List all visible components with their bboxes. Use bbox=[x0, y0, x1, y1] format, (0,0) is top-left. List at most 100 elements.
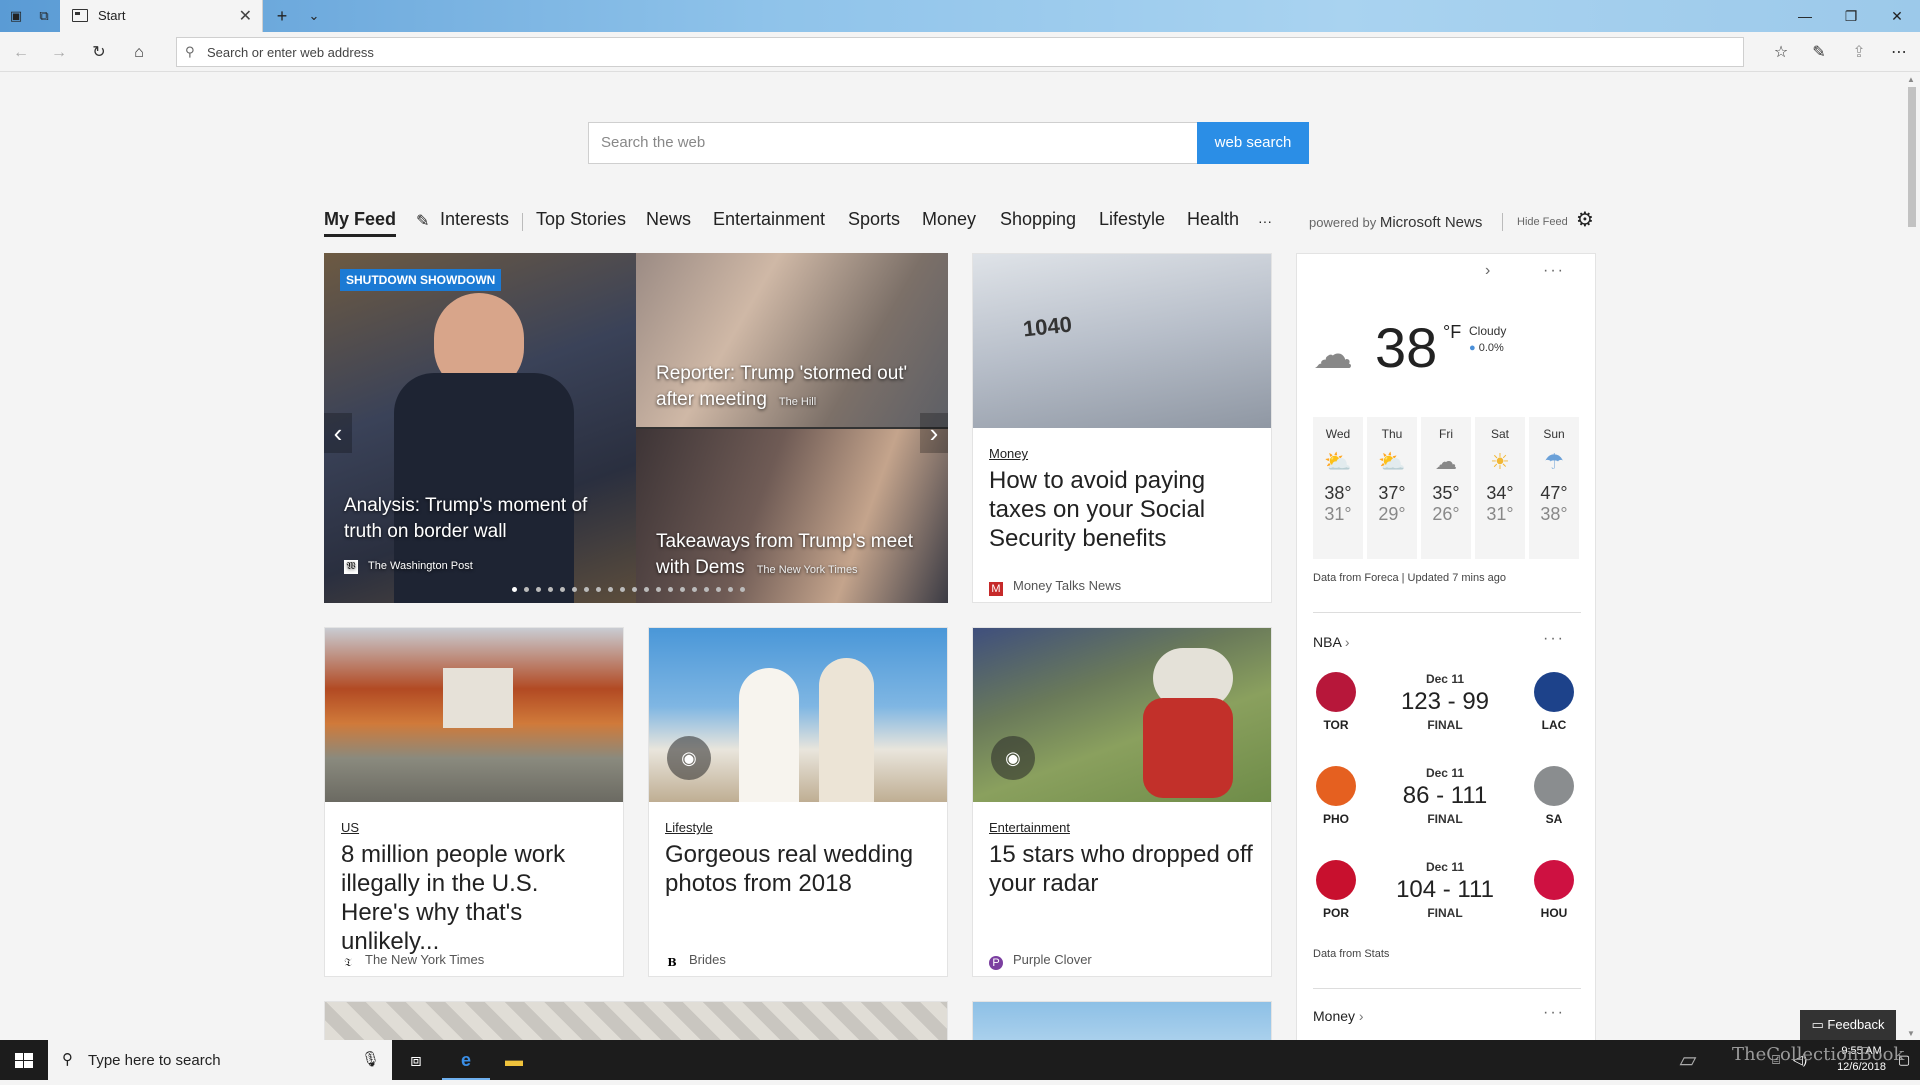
tab-sports[interactable]: Sports bbox=[848, 209, 900, 230]
away-team[interactable]: LAC bbox=[1529, 672, 1579, 732]
tab-my-feed[interactable]: My Feed bbox=[324, 209, 397, 237]
carousel-dot[interactable] bbox=[524, 587, 529, 592]
forecast-day[interactable]: Sun ☂ 47° 38° bbox=[1529, 417, 1579, 559]
article-title[interactable]: 15 stars who dropped off your radar bbox=[989, 840, 1255, 898]
article-title[interactable]: How to avoid paying taxes on your Social… bbox=[989, 466, 1255, 553]
carousel-dot[interactable] bbox=[644, 587, 649, 592]
address-input[interactable]: ⚲ Search or enter web address bbox=[176, 37, 1744, 67]
forecast-day[interactable]: Wed ⛅ 38° 31° bbox=[1313, 417, 1363, 559]
hero-top-right-title[interactable]: Reporter: Trump 'stormed out' after meet… bbox=[656, 361, 926, 415]
carousel-dot[interactable] bbox=[620, 587, 625, 592]
nba-game[interactable]: TOR Dec 11 123 - 99 FINAL LAC bbox=[1311, 672, 1581, 752]
refresh-icon[interactable]: ↻ bbox=[88, 42, 110, 64]
carousel-next-button[interactable]: › bbox=[920, 413, 948, 453]
tab-health[interactable]: Health bbox=[1187, 209, 1239, 230]
taskbar-search-input[interactable]: ⚲ Type here to search 🎙 bbox=[48, 1040, 392, 1080]
tab-lifestyle[interactable]: Lifestyle bbox=[1099, 209, 1165, 230]
carousel-dot[interactable] bbox=[596, 587, 601, 592]
forward-icon[interactable]: → bbox=[48, 42, 70, 64]
task-view-icon[interactable]: ⧈ bbox=[392, 1040, 440, 1080]
carousel-dot[interactable] bbox=[656, 587, 661, 592]
feedback-button[interactable]: ▭ Feedback bbox=[1800, 1010, 1896, 1040]
gear-icon[interactable]: ⚙ bbox=[1576, 207, 1594, 232]
money-section-title[interactable]: Money › bbox=[1313, 1008, 1364, 1024]
carousel-dot[interactable] bbox=[572, 587, 577, 592]
article-card[interactable]: US 8 million people work illegally in th… bbox=[324, 627, 624, 977]
scrollbar[interactable]: ▲ ▼ bbox=[1904, 73, 1920, 1040]
home-team[interactable]: POR bbox=[1311, 860, 1361, 920]
hero-carousel[interactable]: SHUTDOWN SHOWDOWN Analysis: Trump's mome… bbox=[324, 253, 948, 603]
carousel-dot[interactable] bbox=[728, 587, 733, 592]
more-tabs-button[interactable]: ··· bbox=[1258, 213, 1272, 229]
tab-news[interactable]: News bbox=[646, 209, 691, 230]
article-category[interactable]: US bbox=[341, 820, 359, 835]
nba-title[interactable]: NBA › bbox=[1313, 634, 1350, 650]
home-team[interactable]: TOR bbox=[1311, 672, 1361, 732]
carousel-dot[interactable] bbox=[680, 587, 685, 592]
article-card[interactable]: ◉ Lifestyle Gorgeous real wedding photos… bbox=[648, 627, 948, 977]
carousel-prev-button[interactable]: ‹ bbox=[324, 413, 352, 453]
carousel-dot[interactable] bbox=[692, 587, 697, 592]
carousel-dot[interactable] bbox=[704, 587, 709, 592]
tab-money[interactable]: Money bbox=[922, 209, 976, 230]
home-team[interactable]: PHO bbox=[1311, 766, 1361, 826]
microphone-icon[interactable]: 🎙 bbox=[361, 1050, 380, 1068]
more-icon[interactable]: ⋯ bbox=[1888, 42, 1910, 64]
nba-more-button[interactable]: ··· bbox=[1543, 630, 1565, 648]
article-category[interactable]: Lifestyle bbox=[665, 820, 713, 835]
carousel-dot[interactable] bbox=[548, 587, 553, 592]
set-tabs-aside-icon[interactable]: ⧉ bbox=[36, 8, 52, 24]
pen-icon[interactable]: ✎ bbox=[1808, 42, 1830, 64]
close-tab-icon[interactable]: ✕ bbox=[239, 6, 252, 26]
share-icon[interactable]: ⇪ bbox=[1848, 42, 1870, 64]
away-team[interactable]: SA bbox=[1529, 766, 1579, 826]
close-window-button[interactable]: ✕ bbox=[1874, 0, 1920, 32]
nba-game[interactable]: PHO Dec 11 86 - 111 FINAL SA bbox=[1311, 766, 1581, 846]
back-icon[interactable]: ← bbox=[10, 42, 32, 64]
nba-game[interactable]: POR Dec 11 104 - 111 FINAL HOU bbox=[1311, 860, 1581, 940]
hero-main-title[interactable]: Analysis: Trump's moment of truth on bor… bbox=[344, 493, 614, 545]
favorites-icon[interactable]: ☆ bbox=[1770, 42, 1792, 64]
away-team[interactable]: HOU bbox=[1529, 860, 1579, 920]
scroll-down-icon[interactable]: ▼ bbox=[1907, 1029, 1915, 1038]
file-explorer-icon[interactable]: ▬ bbox=[490, 1040, 538, 1080]
tabs-aside-icon[interactable]: ▣ bbox=[8, 8, 24, 24]
forecast-day[interactable]: Thu ⛅ 37° 29° bbox=[1367, 417, 1417, 559]
temp-unit[interactable]: °F bbox=[1443, 322, 1461, 343]
carousel-dot[interactable] bbox=[668, 587, 673, 592]
article-card[interactable] bbox=[324, 1001, 948, 1040]
scroll-up-icon[interactable]: ▲ bbox=[1907, 75, 1915, 84]
tab-top-stories[interactable]: Top Stories bbox=[536, 209, 626, 230]
carousel-dot[interactable] bbox=[560, 587, 565, 592]
new-tab-icon[interactable]: + bbox=[274, 7, 290, 25]
scroll-thumb[interactable] bbox=[1908, 87, 1916, 227]
maximize-button[interactable]: ❐ bbox=[1828, 0, 1874, 32]
chevron-down-icon[interactable]: ⌄ bbox=[306, 8, 322, 24]
article-card[interactable] bbox=[972, 1001, 1272, 1040]
home-icon[interactable]: ⌂ bbox=[128, 42, 150, 64]
carousel-dot[interactable] bbox=[608, 587, 613, 592]
money-more-button[interactable]: ··· bbox=[1543, 1004, 1565, 1022]
article-card[interactable]: ◉ Entertainment 15 stars who dropped off… bbox=[972, 627, 1272, 977]
article-category[interactable]: Entertainment bbox=[989, 820, 1070, 835]
hero-bottom-right-title[interactable]: Takeaways from Trump's meet with Dems The… bbox=[656, 529, 936, 583]
carousel-dot[interactable] bbox=[512, 587, 517, 592]
tab-interests[interactable]: Interests bbox=[440, 209, 509, 230]
carousel-dot[interactable] bbox=[740, 587, 745, 592]
carousel-dot[interactable] bbox=[584, 587, 589, 592]
start-button[interactable] bbox=[0, 1040, 48, 1080]
carousel-dot[interactable] bbox=[536, 587, 541, 592]
carousel-dot[interactable] bbox=[716, 587, 721, 592]
article-title[interactable]: 8 million people work illegally in the U… bbox=[341, 840, 607, 956]
article-card[interactable]: 1040 Money How to avoid paying taxes on … bbox=[972, 253, 1272, 603]
article-title[interactable]: Gorgeous real wedding photos from 2018 bbox=[665, 840, 931, 898]
search-input[interactable]: Search the web bbox=[588, 122, 1198, 164]
hide-feed-link[interactable]: Hide Feed bbox=[1517, 216, 1568, 228]
forecast-day[interactable]: Fri ☁ 35° 26° bbox=[1421, 417, 1471, 559]
tab-shopping[interactable]: Shopping bbox=[1000, 209, 1076, 230]
tab-start[interactable]: Start ✕ bbox=[60, 0, 263, 32]
edge-icon[interactable]: e bbox=[442, 1040, 490, 1080]
minimize-button[interactable]: — bbox=[1782, 0, 1828, 32]
tab-entertainment[interactable]: Entertainment bbox=[713, 209, 825, 230]
article-category[interactable]: Money bbox=[989, 446, 1028, 461]
